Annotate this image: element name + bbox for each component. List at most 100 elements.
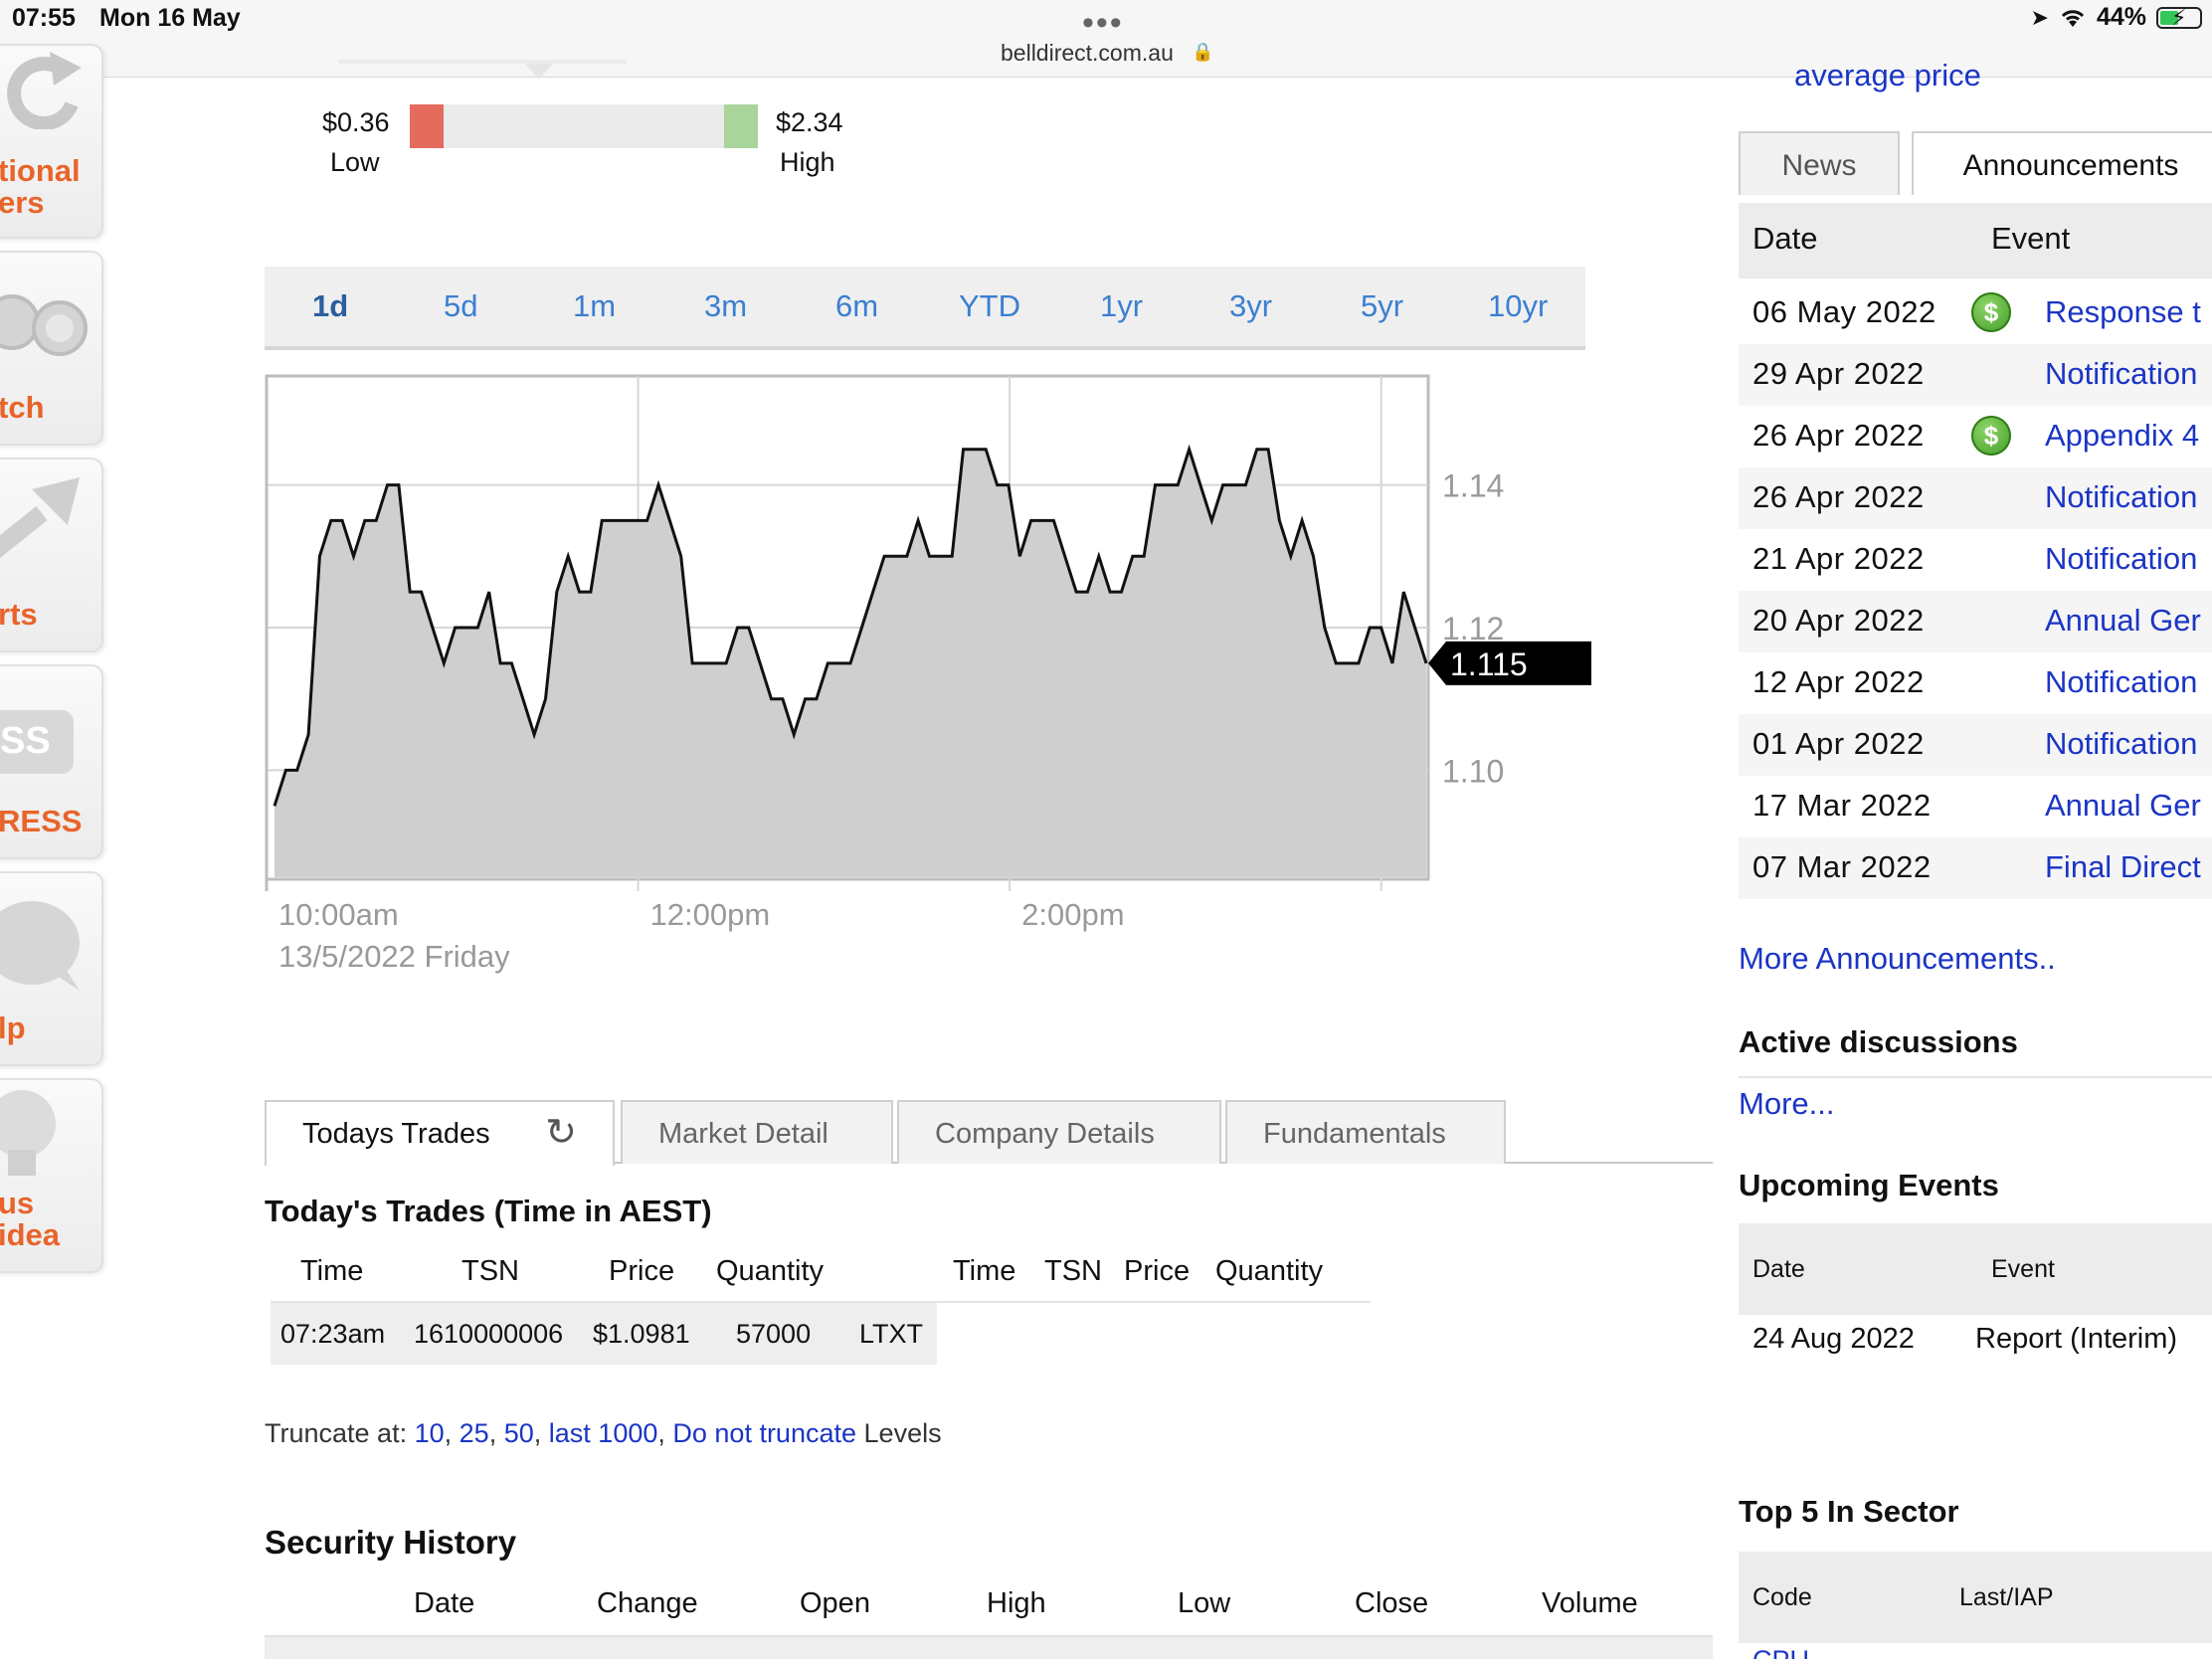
announcement-row: 07 Mar 2022 Final Direct (1739, 837, 2212, 899)
upcoming-events-title: Upcoming Events (1739, 1168, 1999, 1202)
announcement-date: 26 Apr 2022 (1752, 418, 1925, 453)
status-indicators: ➤ 44% ⚡ (2031, 3, 2202, 32)
sidebar-item-watch[interactable]: tch (0, 251, 103, 446)
range-bar (410, 104, 758, 148)
period-5d[interactable]: 5d (444, 288, 477, 324)
active-discussions-title: Active discussions (1739, 1024, 2018, 1059)
sidebar-label-line2: idea (0, 1217, 61, 1252)
announcement-link[interactable]: Notification (2045, 664, 2197, 700)
sidebar-label-line1: tional (0, 153, 81, 188)
announcement-link[interactable]: Notification (2045, 356, 2197, 392)
trades-header-quantity-2: Quantity (1215, 1255, 1323, 1287)
history-header-high[interactable]: High (987, 1587, 1046, 1620)
truncate-50-link[interactable]: 50 (504, 1418, 534, 1448)
period-ytd[interactable]: YTD (959, 288, 1020, 324)
announcement-link[interactable]: Notification (2045, 479, 2197, 515)
top5-sector-title: Top 5 In Sector (1739, 1494, 1959, 1529)
address-bar-url[interactable]: belldirect.com.au (1001, 40, 1174, 67)
announcements-header-event: Event (1991, 221, 2071, 256)
more-announcements-link[interactable]: More Announcements.. (1739, 941, 2056, 977)
trade-condition: LTXT (859, 1319, 924, 1349)
truncate-25-link[interactable]: 25 (460, 1418, 489, 1448)
range-high-value: $2.34 (776, 107, 843, 137)
trades-title: Today's Trades (Time in AEST) (265, 1194, 712, 1228)
announcement-link[interactable]: Notification (2045, 726, 2197, 762)
trades-header-time: Time (300, 1255, 364, 1287)
history-header-low[interactable]: Low (1178, 1587, 1230, 1620)
sidebar-label: RESS (0, 804, 83, 838)
range-high-label: High (780, 147, 835, 177)
upcoming-header-date: Date (1752, 1255, 1805, 1283)
price-sensitive-icon: $ (1971, 292, 2011, 332)
refresh-icon[interactable]: ↻ (545, 1110, 577, 1155)
express-badge-icon: SS (0, 710, 74, 774)
announcement-date: 01 Apr 2022 (1752, 726, 1925, 761)
status-time: 07:55 (12, 4, 76, 32)
period-1yr[interactable]: 1yr (1100, 288, 1143, 324)
period-3yr[interactable]: 3yr (1229, 288, 1272, 324)
range-high-marker (724, 104, 758, 148)
wifi-icon (2061, 9, 2085, 27)
trades-header-tsn: TSN (461, 1255, 519, 1287)
announcement-link[interactable]: Annual Ger (2045, 603, 2201, 639)
period-1m[interactable]: 1m (573, 288, 616, 324)
range-pointer (525, 64, 553, 80)
top5-code-link[interactable]: CPU (1752, 1645, 1809, 1659)
upcoming-event-date: 24 Aug 2022 (1752, 1323, 1915, 1355)
announcement-link[interactable]: Final Direct (2045, 849, 2201, 885)
x-tick-label: 12:00pm (650, 897, 771, 932)
period-3m[interactable]: 3m (704, 288, 747, 324)
sidebar-item-charts[interactable]: rts (0, 458, 103, 652)
multitasking-dots-icon[interactable]: ••• (1082, 6, 1124, 40)
truncate-options: Truncate at: 10, 25, 50, last 1000, Do n… (265, 1418, 942, 1448)
announcement-date: 29 Apr 2022 (1752, 356, 1925, 391)
announcement-row: 29 Apr 2022 Notification (1739, 344, 2212, 406)
tab-market-detail[interactable]: Market Detail (621, 1100, 893, 1164)
sidebar-item-conditional-orders[interactable]: tional ers (0, 44, 103, 239)
help-bubble-icon (0, 901, 80, 991)
tab-todays-trades[interactable]: Todays Trades ↻ (265, 1100, 615, 1166)
history-header-open[interactable]: Open (800, 1587, 870, 1620)
tab-company-details[interactable]: Company Details (897, 1100, 1221, 1164)
announcement-date: 26 Apr 2022 (1752, 479, 1925, 514)
sidebar-item-idea[interactable]: us idea (0, 1078, 103, 1273)
period-6m[interactable]: 6m (835, 288, 878, 324)
average-price-link[interactable]: average price (1794, 58, 1981, 93)
sidebar-item-express[interactable]: SS RESS (0, 664, 103, 859)
binoculars-icon (0, 294, 88, 356)
announcement-link[interactable]: Annual Ger (2045, 788, 2201, 824)
announcement-date: 07 Mar 2022 (1752, 849, 1932, 884)
history-header-change[interactable]: Change (597, 1587, 698, 1620)
x-tick-label: 10:00am (278, 897, 399, 932)
range-low-label: Low (330, 147, 380, 177)
do-not-truncate-link[interactable]: Do not truncate (672, 1418, 856, 1448)
truncate-last-1000-link[interactable]: last 1000 (549, 1418, 658, 1448)
announcement-link[interactable]: Appendix 4 (2045, 418, 2199, 454)
intraday-price-chart[interactable]: 1.14 1.12 1.10 10:00am 12:00pm 2:00pm 1.115 1… (261, 370, 1593, 987)
announcement-date: 17 Mar 2022 (1752, 788, 1932, 823)
period-5yr[interactable]: 5yr (1361, 288, 1403, 324)
truncate-10-link[interactable]: 10 (415, 1418, 445, 1448)
announcement-link[interactable]: Response t (2045, 294, 2201, 330)
history-header-close[interactable]: Close (1355, 1587, 1428, 1620)
period-1d[interactable]: 1d (312, 288, 348, 324)
tab-announcements[interactable]: Announcements (1912, 131, 2212, 195)
trades-header-price: Price (609, 1255, 675, 1287)
period-10yr[interactable]: 10yr (1488, 288, 1548, 324)
announcement-row: 01 Apr 2022 Notification (1739, 714, 2212, 776)
history-header-volume[interactable]: Volume (1542, 1587, 1638, 1620)
location-arrow-icon: ➤ (2030, 4, 2049, 30)
announcement-date: 21 Apr 2022 (1752, 541, 1925, 576)
sidebar-label-line2: ers (0, 185, 45, 220)
table-row (265, 1635, 1713, 1659)
tab-fundamentals[interactable]: Fundamentals (1225, 1100, 1506, 1164)
price-range: $0.36 Low $2.34 High (267, 60, 903, 189)
more-discussions-link[interactable]: More... (1739, 1086, 1834, 1122)
tab-news[interactable]: News (1739, 131, 1900, 195)
history-header-date[interactable]: Date (414, 1587, 474, 1620)
announcement-date: 06 May 2022 (1752, 294, 1936, 329)
announcement-row: 12 Apr 2022 Notification (1739, 652, 2212, 714)
sidebar-item-help[interactable]: lp (0, 871, 103, 1066)
trades-header-time-2: Time (953, 1255, 1016, 1287)
announcement-link[interactable]: Notification (2045, 541, 2197, 577)
